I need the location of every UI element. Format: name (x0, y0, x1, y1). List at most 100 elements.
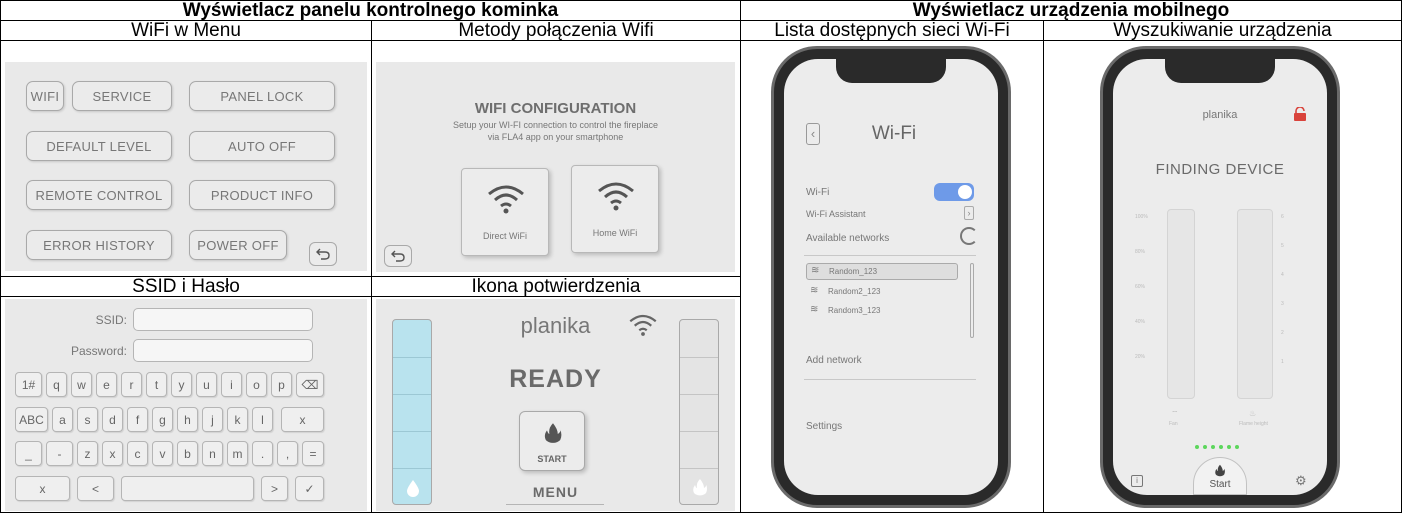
key-dot[interactable]: . (252, 441, 273, 466)
wifi-toggle-label: Wi-Fi (806, 187, 830, 198)
header-right: Wyświetlacz urządzenia mobilnego (740, 0, 1402, 21)
key-underscore[interactable]: _ (15, 441, 42, 466)
backspace-key[interactable]: ⌫ (296, 372, 324, 397)
back-arrow-icon[interactable] (309, 242, 337, 266)
key-v[interactable]: v (152, 441, 173, 466)
key-symbols[interactable]: 1# (15, 372, 42, 397)
default-level-button[interactable]: DEFAULT LEVEL (26, 131, 172, 161)
add-network-label[interactable]: Add network (806, 355, 862, 366)
right-tick: 6 (1281, 214, 1284, 220)
network-item-selected[interactable]: ≋ Random_123 (806, 263, 958, 280)
info-icon[interactable]: i (1131, 475, 1143, 487)
available-networks-label: Available networks (806, 233, 890, 244)
service-button[interactable]: SERVICE (72, 81, 172, 111)
wifi-config-panel: WIFI CONFIGURATION Setup your WI-FI conn… (376, 62, 735, 272)
key-x-wide[interactable]: x (281, 407, 324, 432)
ready-status: READY (509, 365, 602, 393)
back-icon[interactable]: ‹ (806, 123, 820, 145)
direct-wifi-tile[interactable]: Direct WiFi (461, 168, 549, 256)
wifi-assistant-label: Wi-Fi Assistant (806, 209, 866, 219)
key-x[interactable]: x (102, 441, 123, 466)
network-item[interactable]: ≋ Random3_123 (806, 303, 958, 320)
key-u[interactable]: u (196, 372, 217, 397)
row2-title-confirm: Ikona potwierdzenia (371, 276, 741, 297)
gear-icon[interactable]: ⚙ (1295, 473, 1307, 489)
direct-wifi-label: Direct WiFi (483, 231, 527, 241)
key-i[interactable]: i (221, 372, 242, 397)
key-l[interactable]: l (252, 407, 273, 432)
refresh-icon[interactable] (960, 227, 978, 245)
menu-button[interactable]: MENU (376, 484, 735, 500)
error-history-button[interactable]: ERROR HISTORY (26, 230, 172, 260)
start-button[interactable]: START (519, 411, 585, 471)
key-g[interactable]: g (152, 407, 173, 432)
key-right[interactable]: > (261, 476, 288, 501)
key-j[interactable]: j (202, 407, 223, 432)
key-y[interactable]: y (171, 372, 192, 397)
key-equals[interactable]: = (302, 441, 324, 466)
wifi-toggle[interactable] (934, 183, 974, 201)
phone-screen: ‹ Wi-Fi Wi-Fi Wi-Fi Assistant › Availabl… (784, 59, 998, 495)
settings-label[interactable]: Settings (806, 421, 842, 432)
ssid-field[interactable] (133, 308, 313, 331)
row2-title-ssid: SSID i Hasło (0, 276, 372, 297)
password-field[interactable] (133, 339, 313, 362)
key-comma[interactable]: , (277, 441, 298, 466)
wifi-icon (629, 314, 657, 336)
key-f[interactable]: f (127, 407, 148, 432)
wifi-button[interactable]: WIFI (26, 81, 64, 111)
key-h[interactable]: h (177, 407, 198, 432)
brand-logo: planika (520, 313, 591, 338)
key-k[interactable]: k (227, 407, 248, 432)
left-tick: 20% (1135, 354, 1146, 360)
phone-screen: planika FINDING DEVICE 100% 80% 60% 40% … (1113, 59, 1327, 495)
start-button[interactable]: Start (1193, 457, 1247, 495)
col-title-device-search: Wyszukiwanie urządzenia (1043, 20, 1402, 41)
scrollbar[interactable] (970, 263, 974, 338)
key-t[interactable]: t (146, 372, 167, 397)
key-s[interactable]: s (77, 407, 98, 432)
panel-lock-button[interactable]: PANEL LOCK (189, 81, 335, 111)
flame-icon (544, 423, 562, 443)
network-item[interactable]: ≋ Random2_123 (806, 284, 958, 301)
product-info-button[interactable]: PRODUCT INFO (189, 180, 335, 210)
key-z[interactable]: z (77, 441, 98, 466)
water-level-bar (392, 319, 432, 505)
col-title-wifi-list: Lista dostępnych sieci Wi-Fi (740, 20, 1044, 41)
key-left[interactable]: < (77, 476, 114, 501)
auto-off-button[interactable]: AUTO OFF (189, 131, 335, 161)
key-a[interactable]: a (52, 407, 73, 432)
phone-frame: planika FINDING DEVICE 100% 80% 60% 40% … (1100, 46, 1340, 508)
key-m[interactable]: m (227, 441, 248, 466)
chevron-right-icon[interactable]: › (964, 206, 974, 220)
progress-dots (1195, 445, 1245, 451)
remote-control-button[interactable]: REMOTE CONTROL (26, 180, 172, 210)
ready-panel: planika READY START MENU (376, 299, 735, 511)
key-dash[interactable]: - (46, 441, 73, 466)
col-title-wifi-menu: WiFi w Menu (0, 20, 372, 41)
space-key[interactable] (121, 476, 254, 501)
confirm-key[interactable]: ✓ (295, 476, 324, 501)
flame-height-bar (1237, 209, 1273, 399)
wifi-signal-icon: ≋ (810, 304, 819, 315)
wifi-icon (488, 185, 524, 214)
key-b[interactable]: b (177, 441, 198, 466)
key-p[interactable]: p (271, 372, 292, 397)
key-x-bottom[interactable]: x (15, 476, 70, 501)
key-q[interactable]: q (46, 372, 67, 397)
home-wifi-tile[interactable]: Home WiFi (571, 165, 659, 253)
key-o[interactable]: o (246, 372, 267, 397)
back-arrow-icon[interactable] (384, 245, 412, 267)
lock-icon[interactable] (1293, 107, 1307, 121)
power-off-button[interactable]: POWER OFF (189, 230, 287, 260)
key-c[interactable]: c (127, 441, 148, 466)
key-n[interactable]: n (202, 441, 223, 466)
cell-wifi-list: ‹ Wi-Fi Wi-Fi Wi-Fi Assistant › Availabl… (740, 40, 1044, 513)
key-e[interactable]: e (96, 372, 117, 397)
key-abc[interactable]: ABC (15, 407, 48, 432)
key-w[interactable]: w (71, 372, 92, 397)
key-r[interactable]: r (121, 372, 142, 397)
key-d[interactable]: d (102, 407, 123, 432)
wifi-config-desc-2: via FLA4 app on your smartphone (487, 132, 624, 142)
document-table: Wyświetlacz panelu kontrolnego kominka W… (0, 0, 1402, 513)
